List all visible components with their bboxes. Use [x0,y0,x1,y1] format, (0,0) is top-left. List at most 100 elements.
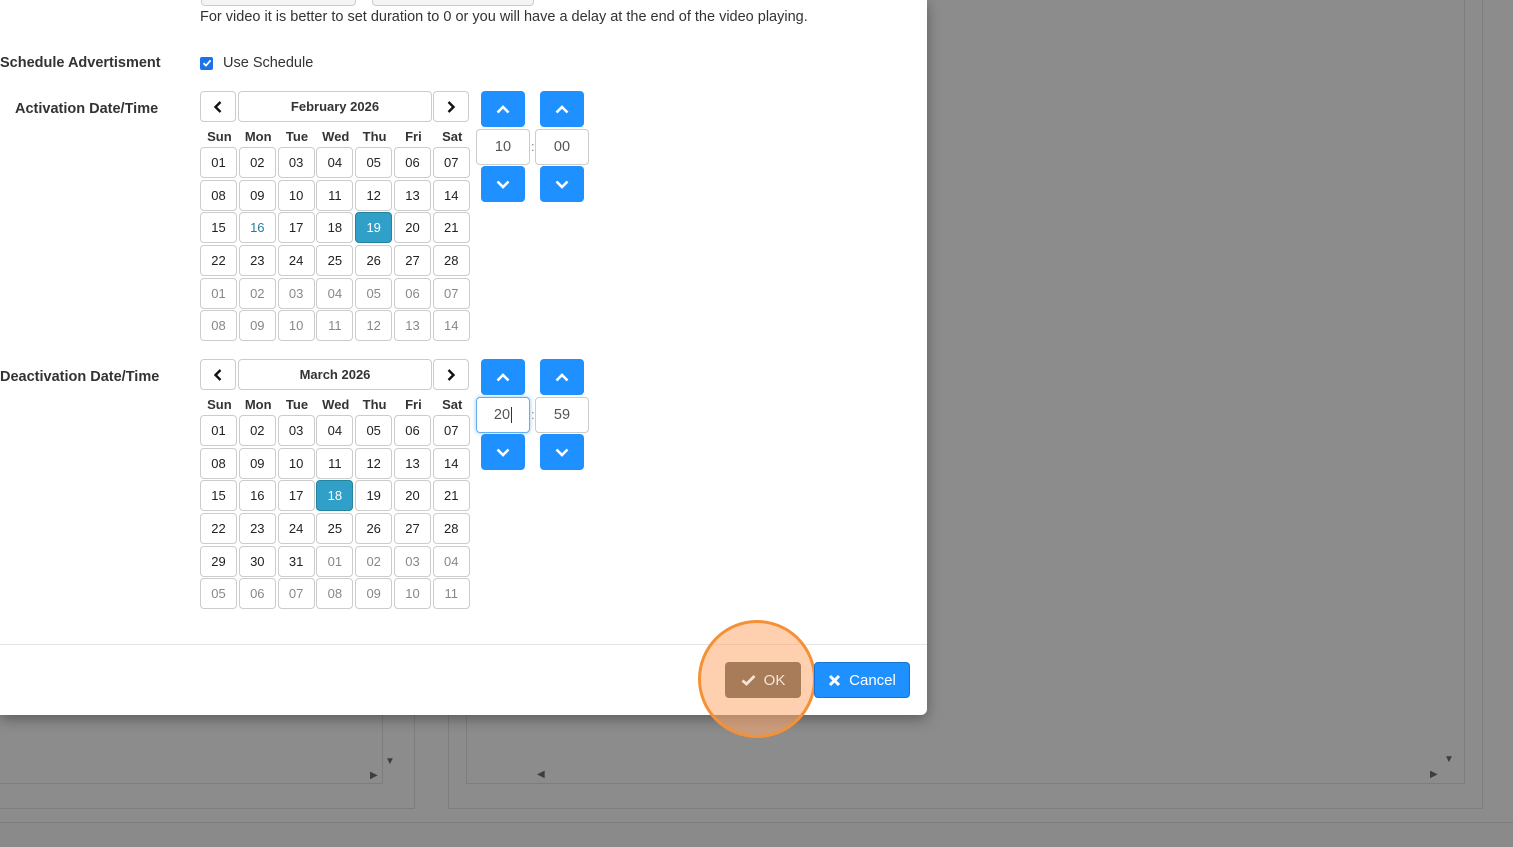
deactivation-minute-down-button[interactable] [540,434,584,470]
day-cell[interactable]: 01 [200,415,237,446]
other-month-day[interactable]: 03 [277,277,315,309]
other-month-day[interactable]: 01 [316,545,354,577]
day-cell[interactable]: 22 [200,245,237,277]
other-month-day[interactable]: 12 [355,310,393,342]
day-cell[interactable]: 31 [277,545,315,577]
day-cell[interactable]: 02 [238,147,276,178]
other-month-day[interactable]: 11 [432,578,470,610]
other-month-day[interactable]: 09 [355,578,393,610]
scroll-left-arrow-icon[interactable]: ◀ [537,770,545,780]
day-cell[interactable]: 01 [200,147,237,178]
other-month-day[interactable]: 04 [432,545,470,577]
prev-month-button[interactable] [200,91,236,122]
deactivation-hour-down-button[interactable] [481,434,525,470]
next-month-button[interactable] [433,91,469,122]
today-day[interactable]: 16 [238,212,276,244]
other-month-day[interactable]: 10 [277,310,315,342]
day-cell[interactable]: 18 [316,212,354,244]
day-cell[interactable]: 03 [277,415,315,446]
day-cell[interactable]: 20 [393,480,431,512]
scroll-down-arrow-icon[interactable]: ▼ [385,757,395,767]
day-cell[interactable]: 06 [393,415,431,446]
day-cell[interactable]: 16 [238,480,276,512]
deactivation-minute-input[interactable]: 59 [535,397,589,433]
day-cell[interactable]: 11 [316,179,354,211]
other-month-day[interactable]: 13 [393,310,431,342]
day-cell[interactable]: 07 [432,415,470,446]
activation-minute-down-button[interactable] [540,166,584,202]
day-cell[interactable]: 25 [316,245,354,277]
other-month-day[interactable]: 07 [432,277,470,309]
day-cell[interactable]: 28 [432,513,470,545]
day-cell[interactable]: 22 [200,513,237,545]
other-month-day[interactable]: 08 [200,310,237,342]
day-cell[interactable]: 23 [238,513,276,545]
use-schedule-checkbox[interactable] [200,56,213,70]
other-month-day[interactable]: 04 [316,277,354,309]
deactivation-hour-up-button[interactable] [481,359,525,395]
day-cell[interactable]: 17 [277,480,315,512]
day-cell[interactable]: 21 [432,480,470,512]
other-month-day[interactable]: 08 [316,578,354,610]
day-cell[interactable]: 19 [355,480,393,512]
other-month-day[interactable]: 07 [277,578,315,610]
duration-field-remnant-2[interactable] [372,0,534,6]
day-cell[interactable]: 08 [200,179,237,211]
day-cell[interactable]: 03 [277,147,315,178]
day-cell[interactable]: 14 [432,447,470,479]
next-month-button[interactable] [433,359,469,390]
day-cell[interactable]: 30 [238,545,276,577]
cancel-button[interactable]: Cancel [814,662,910,698]
day-cell[interactable]: 05 [355,147,393,178]
activation-hour-down-button[interactable] [481,166,525,202]
other-month-day[interactable]: 09 [238,310,276,342]
day-cell[interactable]: 10 [277,447,315,479]
other-month-day[interactable]: 06 [238,578,276,610]
day-cell[interactable]: 12 [355,179,393,211]
activation-hour-up-button[interactable] [481,91,525,127]
day-cell[interactable]: 24 [277,245,315,277]
duration-field-remnant[interactable] [201,0,356,6]
day-cell[interactable]: 28 [432,245,470,277]
other-month-day[interactable]: 01 [200,277,237,309]
day-cell[interactable]: 06 [393,147,431,178]
day-cell[interactable]: 02 [238,415,276,446]
day-cell[interactable]: 17 [277,212,315,244]
day-cell[interactable]: 27 [393,245,431,277]
day-cell[interactable]: 14 [432,179,470,211]
day-cell[interactable]: 08 [200,447,237,479]
day-cell[interactable]: 10 [277,179,315,211]
day-cell[interactable]: 15 [200,212,237,244]
other-month-day[interactable]: 02 [238,277,276,309]
scroll-right-arrow-icon[interactable]: ▶ [1430,770,1438,780]
day-cell[interactable]: 20 [393,212,431,244]
deactivation-minute-up-button[interactable] [540,359,584,395]
other-month-day[interactable]: 05 [200,578,237,610]
day-cell[interactable]: 24 [277,513,315,545]
scroll-right-arrow-icon[interactable]: ▶ [370,771,378,781]
day-cell[interactable]: 04 [316,147,354,178]
day-cell[interactable]: 04 [316,415,354,446]
month-title[interactable]: February 2026 [238,91,432,122]
day-cell[interactable]: 15 [200,480,237,512]
day-cell[interactable]: 26 [355,513,393,545]
selected-day[interactable]: 18 [316,480,354,512]
day-cell[interactable]: 11 [316,447,354,479]
month-title[interactable]: March 2026 [238,359,432,390]
day-cell[interactable]: 05 [355,415,393,446]
activation-hour-input[interactable]: 10 [476,129,530,165]
day-cell[interactable]: 26 [355,245,393,277]
activation-minute-up-button[interactable] [540,91,584,127]
day-cell[interactable]: 25 [316,513,354,545]
other-month-day[interactable]: 10 [393,578,431,610]
day-cell[interactable]: 09 [238,447,276,479]
other-month-day[interactable]: 02 [355,545,393,577]
day-cell[interactable]: 13 [393,179,431,211]
scroll-down-arrow-icon[interactable]: ▼ [1444,755,1454,765]
other-month-day[interactable]: 06 [393,277,431,309]
day-cell[interactable]: 12 [355,447,393,479]
day-cell[interactable]: 21 [432,212,470,244]
day-cell[interactable]: 09 [238,179,276,211]
other-month-day[interactable]: 03 [393,545,431,577]
deactivation-hour-input[interactable]: 20 [476,397,530,433]
